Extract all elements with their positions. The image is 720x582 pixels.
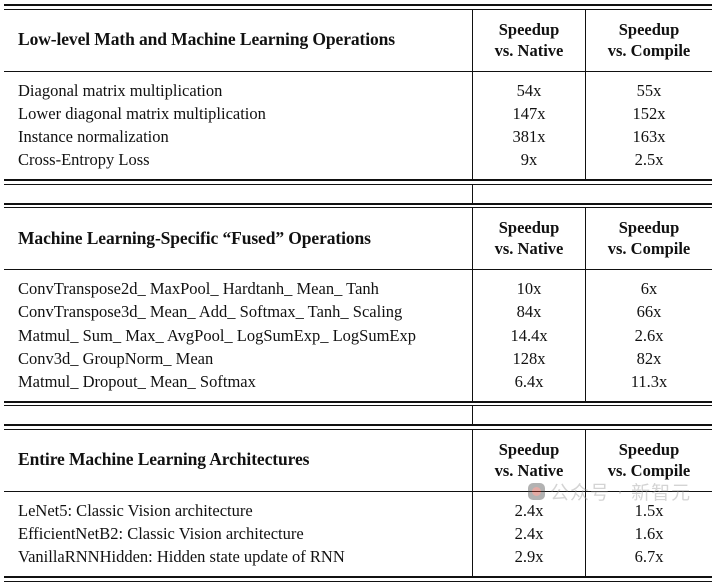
table-row: Diagonal matrix multiplication	[18, 80, 223, 100]
table-row: Instance normalization	[18, 126, 169, 146]
section-1-name-column: ConvTranspose2d_ MaxPool_ Hardtanh_ Mean…	[4, 270, 472, 400]
section-0-metric-b-column: 55x 152x 163x 2.5x	[585, 71, 712, 180]
section-1: Machine Learning-Specific “Fused” Operat…	[4, 208, 712, 401]
section-divider-1-band	[4, 406, 712, 425]
section-1-title: Machine Learning-Specific “Fused” Operat…	[18, 227, 371, 248]
section-1-metric-a-header: Speedup vs. Native	[472, 208, 585, 270]
metric-b-header-line1: Speedup	[618, 218, 680, 238]
section-0-metric-b-header: Speedup vs. Compile	[585, 9, 712, 71]
section-2-title: Entire Machine Learning Architectures	[18, 449, 310, 470]
metric-b-header-line1: Speedup	[618, 439, 680, 459]
metric-a-value: 84x	[516, 302, 542, 322]
section-2-metric-b-column: 1.5x 1.6x 6.7x	[585, 492, 712, 577]
metric-a-header-line2: vs. Native	[494, 460, 564, 480]
section-0-title: Low-level Math and Machine Learning Oper…	[18, 29, 395, 50]
table-row: ConvTranspose3d_ Mean_ Add_ Softmax_ Tan…	[18, 302, 403, 322]
table-bottom-border	[4, 576, 712, 582]
metric-a-header-line2: vs. Native	[494, 239, 564, 259]
metric-a-value: 10x	[516, 279, 542, 299]
section-divider-1	[4, 406, 712, 430]
metric-a-value: 14.4x	[510, 325, 548, 345]
metric-b-header-line1: Speedup	[618, 19, 680, 39]
section-1-body: ConvTranspose2d_ MaxPool_ Hardtanh_ Mean…	[4, 270, 712, 401]
divider-left-gap	[4, 185, 472, 203]
metric-b-header-line2: vs. Compile	[607, 239, 691, 259]
section-2-metric-b-header: Speedup vs. Compile	[585, 429, 712, 491]
divider-right-gap	[586, 406, 712, 424]
metric-a-header-line1: Speedup	[498, 19, 560, 39]
section-1-metric-a-column: 10x 84x 14.4x 128x 6.4x	[472, 270, 585, 401]
metric-b-value: 11.3x	[630, 371, 668, 391]
section-2-body: LeNet5: Classic Vision architecture Effi…	[4, 492, 712, 577]
speedup-results-table: Low-level Math and Machine Learning Oper…	[0, 0, 720, 582]
table-row: ConvTranspose2d_ MaxPool_ Hardtanh_ Mean…	[18, 279, 379, 299]
section-1-metric-b-header: Speedup vs. Compile	[585, 208, 712, 270]
divider-right-gap	[586, 185, 712, 203]
section-2-title-cell: Entire Machine Learning Architectures	[4, 430, 472, 491]
metric-b-value: 1.6x	[634, 524, 664, 544]
metric-a-value: 147x	[512, 103, 546, 123]
table-body: Low-level Math and Machine Learning Oper…	[4, 4, 712, 582]
table-row: Lower diagonal matrix multiplication	[18, 103, 266, 123]
metric-b-value: 2.6x	[634, 325, 664, 345]
table-row: EfficientNetB2: Classic Vision architect…	[18, 524, 304, 544]
metric-b-header-line2: vs. Compile	[607, 460, 691, 480]
metric-b-value: 82x	[636, 348, 662, 368]
metric-b-value: 6x	[640, 279, 658, 299]
metric-a-value: 2.4x	[514, 524, 544, 544]
metric-b-value: 6.7x	[634, 547, 664, 567]
column-divider-stub	[472, 184, 586, 203]
section-2-metric-a-column: 2.4x 2.4x 2.9x	[472, 492, 585, 577]
section-0: Low-level Math and Machine Learning Oper…	[4, 9, 712, 180]
table-row: Conv3d_ GroupNorm_ Mean	[18, 348, 214, 368]
metric-a-value: 381x	[512, 126, 546, 146]
section-divider-0	[4, 184, 712, 209]
metric-a-value: 6.4x	[514, 371, 544, 391]
metric-a-value: 2.4x	[514, 501, 544, 520]
section-2-header-row: Entire Machine Learning Architectures Sp…	[4, 429, 712, 491]
section-1-metric-b-column: 6x 66x 2.6x 82x 11.3x	[585, 270, 712, 401]
metric-b-value: 2.5x	[634, 150, 664, 169]
metric-b-value: 55x	[636, 80, 662, 100]
table-row: Matmul_ Sum_ Max_ AvgPool_ LogSumExp_ Lo…	[18, 325, 417, 345]
section-0-metric-a-header: Speedup vs. Native	[472, 9, 585, 71]
table-row: Cross-Entropy Loss	[18, 150, 150, 169]
metric-a-header-line2: vs. Native	[494, 40, 564, 60]
section-1-title-cell: Machine Learning-Specific “Fused” Operat…	[4, 208, 472, 269]
section-0-body: Diagonal matrix multiplication Lower dia…	[4, 71, 712, 180]
section-2-name-column: LeNet5: Classic Vision architecture Effi…	[4, 492, 472, 576]
metric-a-header-line1: Speedup	[498, 439, 560, 459]
metric-a-value: 54x	[516, 80, 542, 100]
metric-b-value: 66x	[636, 302, 662, 322]
column-divider-stub	[472, 406, 586, 425]
section-0-metric-a-column: 54x 147x 381x 9x	[472, 71, 585, 180]
metric-b-value: 152x	[632, 103, 666, 123]
section-divider-0-band	[4, 184, 712, 203]
section-0-header-row: Low-level Math and Machine Learning Oper…	[4, 9, 712, 71]
metric-a-value: 9x	[520, 150, 538, 169]
divider-left-gap	[4, 406, 472, 424]
metric-b-value: 163x	[632, 126, 666, 146]
metric-b-value: 1.5x	[634, 501, 664, 520]
metric-b-header-line2: vs. Compile	[607, 40, 691, 60]
table-row: LeNet5: Classic Vision architecture	[18, 501, 253, 520]
section-1-header-row: Machine Learning-Specific “Fused” Operat…	[4, 208, 712, 270]
table-row: Matmul_ Dropout_ Mean_ Softmax	[18, 371, 256, 391]
section-0-title-cell: Low-level Math and Machine Learning Oper…	[4, 10, 472, 71]
section-2-metric-a-header: Speedup vs. Native	[472, 429, 585, 491]
metric-a-value: 2.9x	[514, 547, 544, 567]
metric-a-value: 128x	[512, 348, 546, 368]
section-2: Entire Machine Learning Architectures Sp…	[4, 429, 712, 577]
section-0-name-column: Diagonal matrix multiplication Lower dia…	[4, 72, 472, 179]
metric-a-header-line1: Speedup	[498, 218, 560, 238]
table-row: VanillaRNNHidden: Hidden state update of…	[18, 547, 345, 567]
